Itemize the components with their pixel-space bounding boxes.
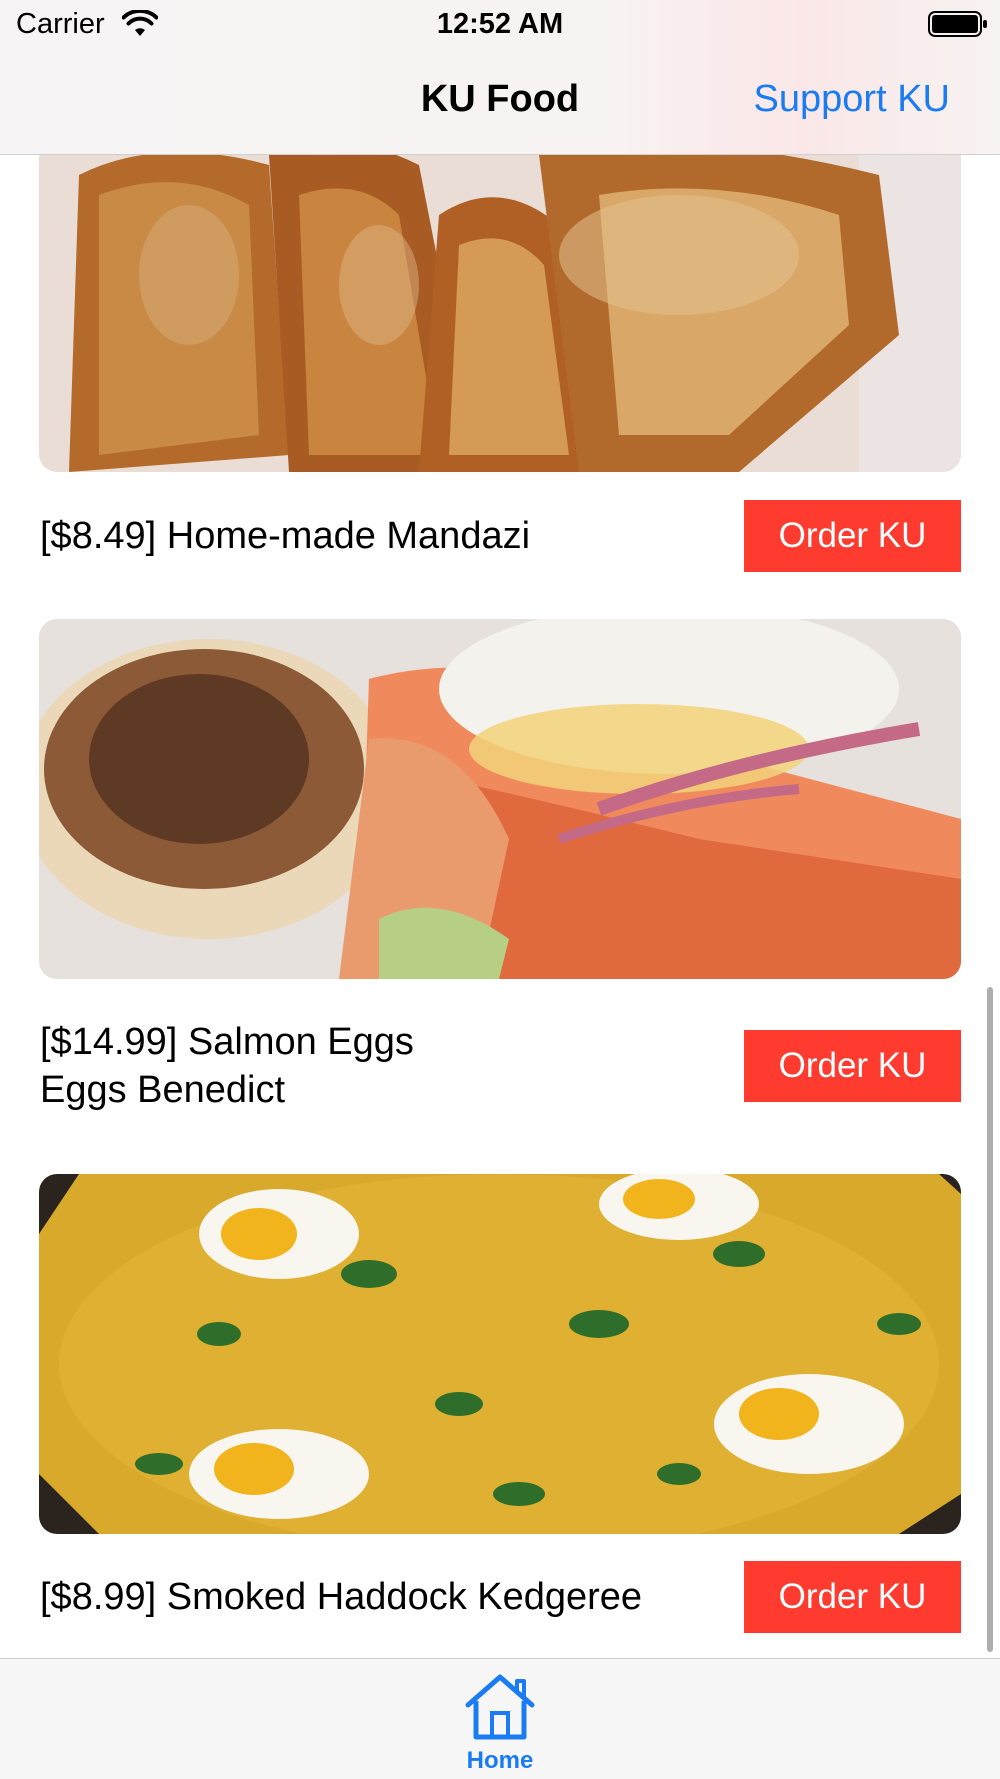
food-item-label: [$8.49] Home-made Mandazi — [40, 515, 531, 557]
order-ku-button[interactable]: Order KU — [744, 1030, 961, 1102]
status-time: 12:52 AM — [436, 8, 564, 40]
tab-bar: Home — [0, 1658, 1000, 1779]
order-ku-button[interactable]: Order KU — [744, 500, 961, 572]
mandazi-photo — [39, 155, 961, 472]
support-ku-button[interactable]: Support KU — [754, 78, 950, 121]
tab-home[interactable]: Home — [440, 1659, 560, 1779]
battery-full-icon — [928, 11, 987, 37]
kedgeree-photo — [39, 1174, 961, 1534]
navigation-bar: Carrier 12:52 AM KU Food Support KU — [0, 0, 1000, 155]
status-bar: Carrier 12:52 AM — [0, 0, 1000, 50]
food-item-label: [$8.99] Smoked Haddock Kedgeree — [40, 1576, 643, 1618]
scroll-indicator[interactable] — [987, 987, 993, 1652]
salmon-eggs-benedict-photo — [39, 619, 961, 979]
home-icon — [465, 1674, 535, 1740]
food-list[interactable]: [$8.49] Home-made Mandazi Order KU [$14.… — [0, 155, 1000, 1658]
food-item-label: [$14.99] Salmon Eggs Eggs Benedict — [40, 1021, 414, 1111]
order-ku-button[interactable]: Order KU — [744, 1561, 961, 1633]
tab-home-label: Home — [466, 1747, 534, 1774]
